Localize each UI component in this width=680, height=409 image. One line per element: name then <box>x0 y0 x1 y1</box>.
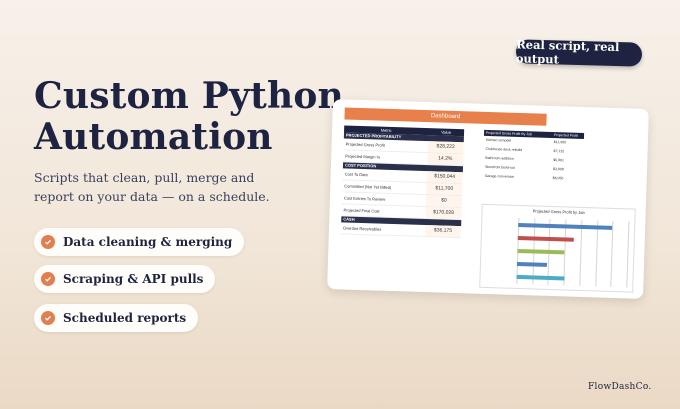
real-output-badge: Real script, real output <box>516 37 643 67</box>
job-value: $6,050 <box>552 176 564 181</box>
chart-bar <box>517 235 574 242</box>
hero-subtitle: Scripts that clean, pull, merge and repo… <box>34 170 270 204</box>
metric-value: $36,175 <box>424 225 462 238</box>
feature-pill-data-cleaning: Data cleaning & merging <box>34 228 245 256</box>
chart-bar <box>516 275 565 281</box>
feature-label: Scheduled reports <box>63 311 187 325</box>
check-icon <box>41 272 55 286</box>
hero-title-line1: Custom Python <box>34 75 344 117</box>
chart-gridline <box>626 221 630 288</box>
metric-name: Overdue Receivables <box>342 225 382 232</box>
metrics-table: Metric Value PROJECTED PROFITABILITY Pro… <box>340 125 465 239</box>
chart-gridline <box>594 220 598 287</box>
chart-gridline <box>579 219 583 286</box>
job-name: Garage conversion <box>484 173 515 179</box>
dashboard-title: Dashboard <box>344 107 547 126</box>
metric-value: $28,222 <box>427 141 464 154</box>
profit-bar-chart: Projected Gross Profit by Job <box>479 203 636 293</box>
table-row: Garage conversion $6,050 <box>483 172 583 184</box>
feature-pill-scraping: Scraping & API pulls <box>34 265 216 293</box>
feature-pill-scheduled-reports: Scheduled reports <box>34 304 199 332</box>
chart-bar <box>517 248 565 255</box>
check-icon <box>41 235 55 249</box>
metric-value: $150,044 <box>426 171 463 184</box>
metric-value: 14.2% <box>427 153 464 166</box>
metric-value: $11,700 <box>426 183 463 196</box>
chart-gridline <box>610 220 614 287</box>
metric-value: $0 <box>425 195 463 208</box>
chart-title: Projected Gross Profit by Job <box>532 208 585 216</box>
table-row: Overdue Receivables $36,175 <box>340 222 462 239</box>
hero-title-line2: Automation <box>34 116 273 158</box>
value-header: Value <box>441 129 452 135</box>
check-icon <box>41 311 55 325</box>
feature-label: Scraping & API pulls <box>63 272 204 286</box>
hero-title: Custom Python Automation <box>34 76 344 158</box>
metric-value: $170,028 <box>425 207 462 220</box>
chart-bar <box>516 262 547 268</box>
brand-logo: FlowDashCo. <box>588 382 652 392</box>
dashboard-screenshot-card: Dashboard Metric Value PROJECTED PROFITA… <box>327 99 649 299</box>
job-profit-table: Projected Gross Profit By Job Projected … <box>483 129 585 184</box>
feature-label: Data cleaning & merging <box>63 235 233 249</box>
